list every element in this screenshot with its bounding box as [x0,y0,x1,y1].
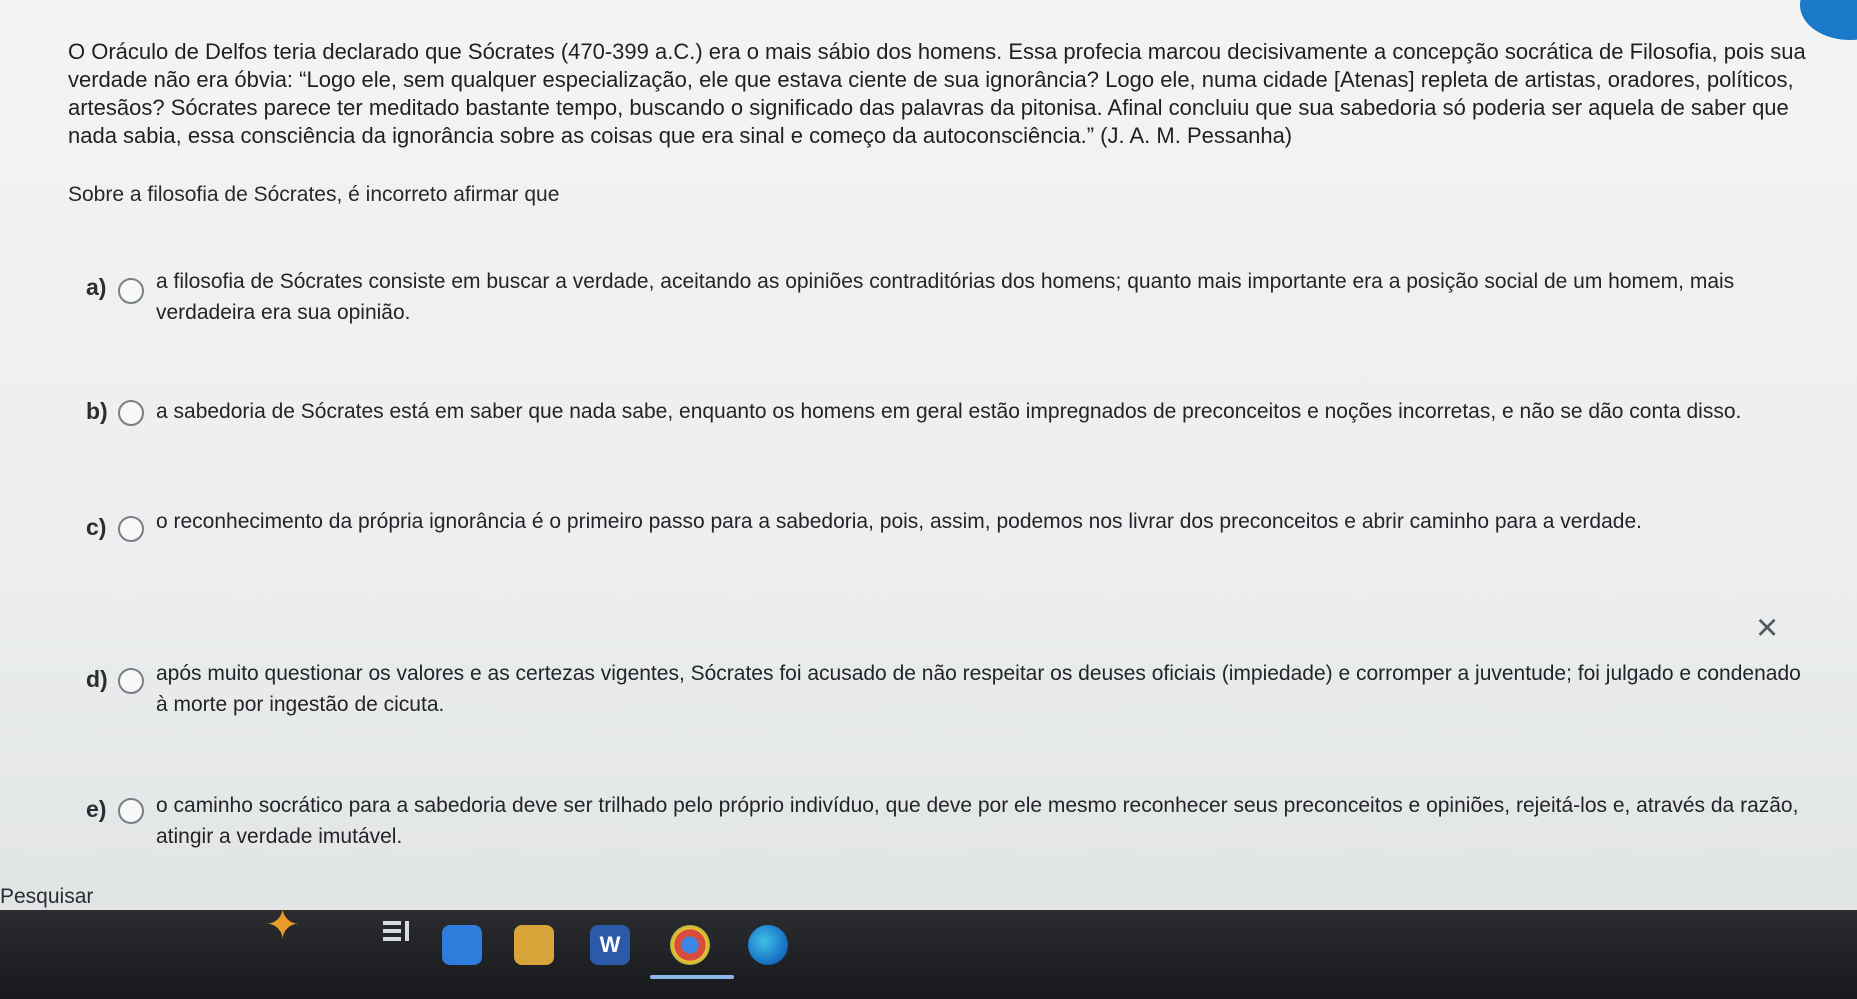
taskbar-search[interactable]: Pesquisar [0,885,93,909]
close-icon[interactable]: × [1756,608,1778,648]
option-letter: d) [86,666,108,692]
option-text: o caminho socrático para a sabedoria dev… [156,794,1799,848]
corner-badge [1800,0,1857,40]
option-text: a filosofia de Sócrates consiste em busc… [156,270,1735,324]
option-letter: c) [86,514,107,540]
question-prompt: Sobre a filosofia de Sócrates, é incorre… [68,183,560,206]
radio-button-c[interactable] [118,516,144,542]
radio-button-d[interactable] [118,668,144,694]
option-text: a sabedoria de Sócrates está em saber qu… [156,400,1742,423]
active-app-indicator [650,975,734,979]
option-text: o reconhecimento da própria ignorância é… [156,510,1642,533]
option-letter: b) [86,398,108,424]
stylus-app-icon[interactable] [442,925,482,965]
radio-button-e[interactable] [118,798,144,824]
word-icon[interactable]: W [590,925,630,965]
edge-icon[interactable] [748,925,788,965]
chrome-icon[interactable] [670,925,710,965]
option-text: após muito questionar os valores e as ce… [156,662,1801,716]
question-text: O Oráculo de Delfos teria declarado que … [68,39,1806,148]
option-letter: e) [86,796,107,822]
radio-button-b[interactable] [118,400,144,426]
radio-button-a[interactable] [118,278,144,304]
star-widget-icon[interactable]: ✦ [265,900,309,948]
file-explorer-icon[interactable] [514,925,554,965]
task-view-icon[interactable] [376,912,416,952]
option-letter: a) [86,274,107,300]
